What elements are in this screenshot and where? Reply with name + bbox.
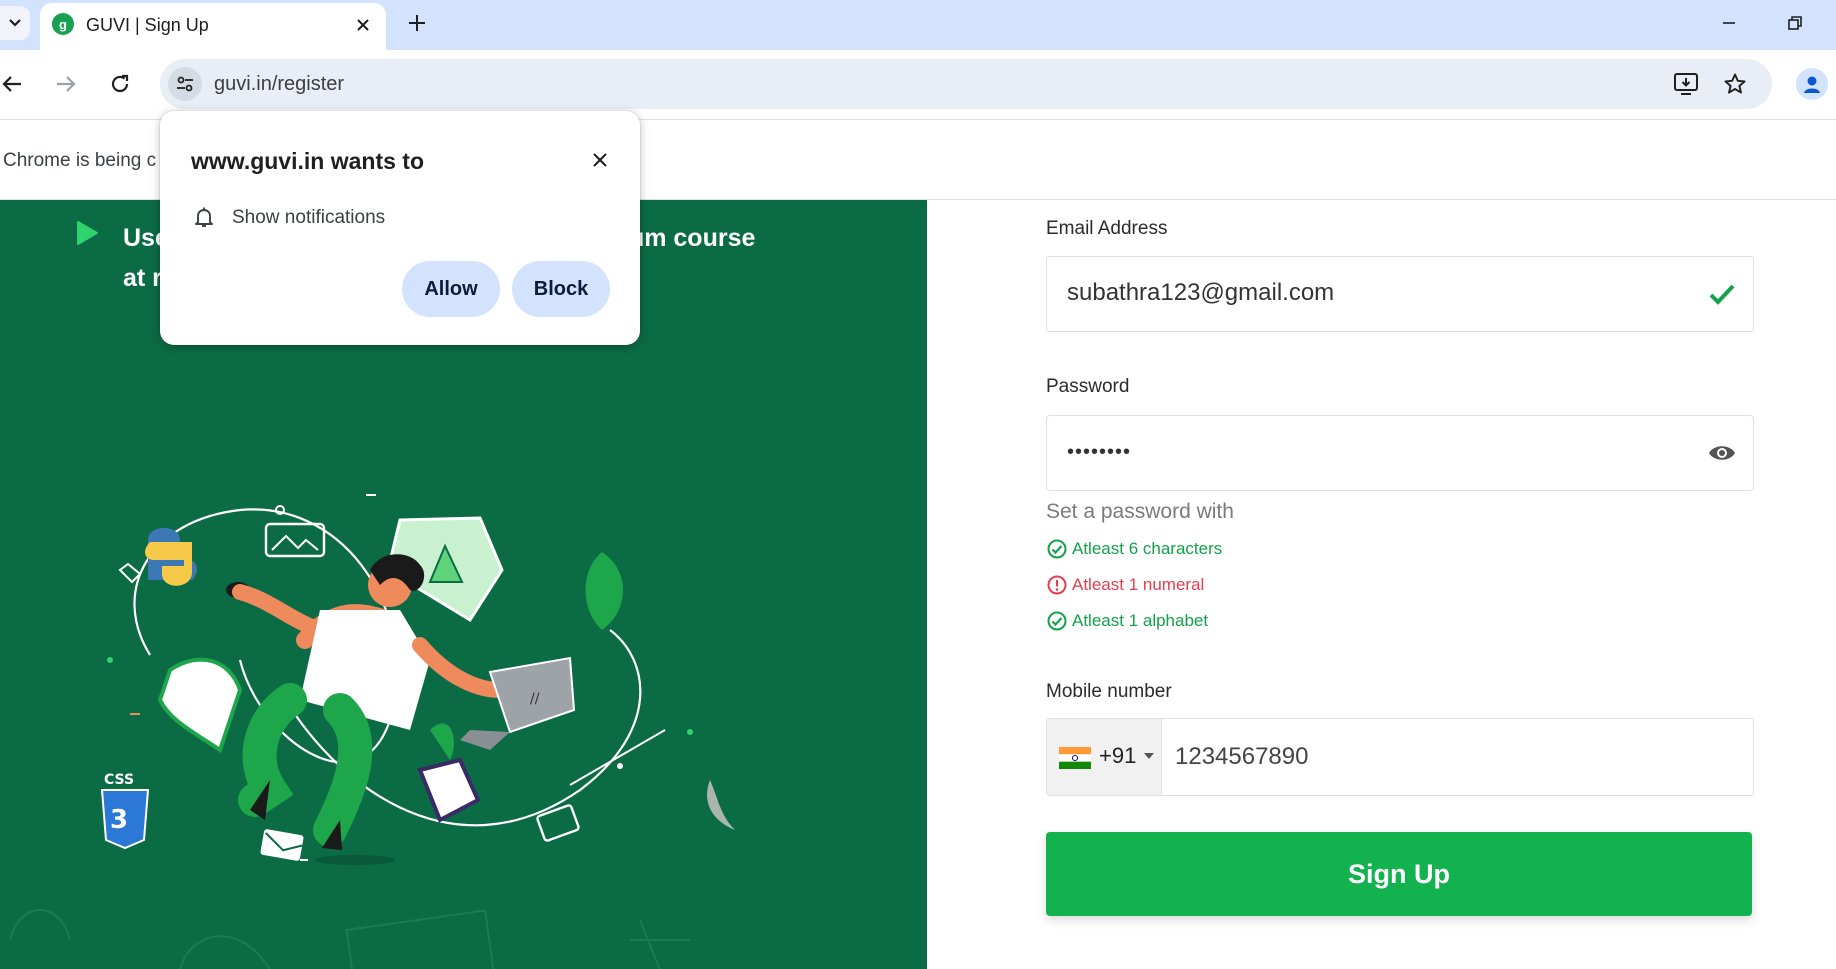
- password-rule-alphabet: Atleast 1 alphabet: [1046, 610, 1208, 632]
- sign-up-button[interactable]: Sign Up: [1046, 832, 1752, 916]
- password-rule-text: Atleast 1 alphabet: [1072, 611, 1209, 630]
- site-info-button[interactable]: [168, 67, 202, 101]
- password-field[interactable]: ••••••••: [1046, 415, 1754, 491]
- password-rule-text: Atleast 1 numeral: [1072, 575, 1205, 594]
- tab-guvi-signup[interactable]: g GUVI | Sign Up: [40, 3, 386, 50]
- error-circle-icon: [1046, 574, 1068, 596]
- guvi-favicon-icon: g: [52, 13, 74, 35]
- css3-logo-icon: 3 CSS: [100, 772, 150, 850]
- envelope-icon: [260, 829, 304, 861]
- password-rule-length: Atleast 6 characters: [1046, 538, 1222, 560]
- signup-form: Email Address subathra123@gmail.com Pass…: [928, 200, 1836, 969]
- laptop-icon: //: [460, 656, 576, 750]
- background-doodles: [9, 909, 690, 969]
- email-field[interactable]: subathra123@gmail.com: [1046, 256, 1754, 332]
- browser-toolbar: guvi.in/register: [0, 50, 1836, 120]
- tune-icon: [177, 76, 193, 92]
- country-code-selector[interactable]: +91: [1047, 719, 1162, 795]
- new-tab-button[interactable]: [400, 6, 434, 40]
- eye-icon: [1709, 446, 1735, 460]
- allow-button[interactable]: Allow: [402, 261, 500, 317]
- forward-button[interactable]: [48, 66, 84, 102]
- arrow-right-icon: [57, 76, 76, 92]
- image-card-icon: [264, 522, 326, 558]
- password-hint-title: Set a password with: [1046, 500, 1234, 523]
- notification-permission-popup: www.guvi.in wants to Show notifications …: [160, 111, 640, 345]
- python-logo-icon: [145, 528, 197, 586]
- permission-item: Show notifications: [232, 207, 386, 228]
- tab-title: GUVI | Sign Up: [86, 15, 209, 35]
- email-value: subathra123@gmail.com: [1067, 279, 1335, 306]
- play-icon: [77, 221, 98, 245]
- chevron-down-icon: [9, 19, 21, 27]
- password-rule-text: Atleast 6 characters: [1072, 539, 1223, 558]
- restore-button[interactable]: [1778, 6, 1812, 40]
- reload-button[interactable]: [102, 66, 138, 102]
- close-icon: [593, 153, 607, 167]
- back-button[interactable]: [0, 66, 30, 102]
- block-button[interactable]: Block: [512, 261, 610, 317]
- install-icon: [1674, 73, 1698, 95]
- check-circle-icon: [1046, 610, 1068, 632]
- email-label: Email Address: [1046, 218, 1168, 239]
- bookmark-button[interactable]: [1719, 68, 1751, 100]
- star-icon: [1724, 73, 1746, 94]
- password-label: Password: [1046, 376, 1130, 397]
- tab-search-button[interactable]: [0, 6, 30, 40]
- svg-text:3: 3: [110, 805, 128, 835]
- close-icon: [357, 19, 369, 31]
- install-app-button[interactable]: [1670, 68, 1702, 100]
- password-value: ••••••••: [1067, 441, 1132, 463]
- check-circle-icon: [1046, 538, 1068, 560]
- svg-text://: //: [530, 691, 540, 707]
- profile-button[interactable]: [1796, 68, 1828, 100]
- mobile-number-field[interactable]: +91 1234567890: [1046, 718, 1754, 796]
- minimize-button[interactable]: [1712, 6, 1746, 40]
- restore-icon: [1788, 16, 1802, 30]
- mobile-number-value: 1234567890: [1175, 743, 1309, 770]
- minimize-icon: [1723, 22, 1735, 24]
- tab-close-button[interactable]: [350, 12, 376, 38]
- india-flag-icon: [1059, 747, 1091, 769]
- mobile-label: Mobile number: [1046, 681, 1172, 702]
- checkmark-icon: [1705, 277, 1739, 311]
- bell-icon: [195, 207, 213, 227]
- reload-icon: [111, 74, 129, 93]
- svg-text:CSS: CSS: [104, 772, 134, 788]
- tab-strip: g GUVI | Sign Up: [0, 0, 1836, 50]
- caret-down-icon: [1144, 753, 1154, 759]
- url-text[interactable]: guvi.in/register: [214, 73, 344, 96]
- permission-title: www.guvi.in wants to: [191, 148, 424, 174]
- plus-icon: [409, 15, 425, 31]
- dial-code: +91: [1099, 743, 1137, 768]
- account-icon: [1804, 76, 1820, 93]
- show-password-toggle[interactable]: [1705, 436, 1739, 470]
- promo-line2-left: at r: [123, 264, 162, 292]
- permission-close-button[interactable]: [585, 145, 615, 175]
- coder-illustration: // 3 CSS: [100, 494, 735, 865]
- password-rule-numeral: Atleast 1 numeral: [1046, 574, 1204, 596]
- arrow-left-icon: [2, 76, 21, 92]
- infobar-text: Chrome is being c: [3, 150, 157, 171]
- address-bar[interactable]: guvi.in/register: [160, 59, 1772, 109]
